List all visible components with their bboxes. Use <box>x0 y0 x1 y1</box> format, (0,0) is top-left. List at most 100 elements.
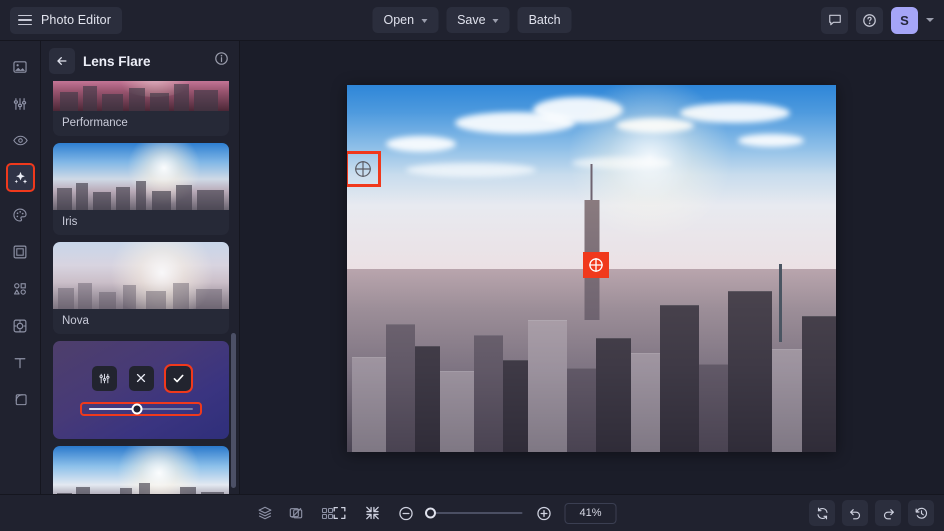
compare-split-icon <box>288 505 304 521</box>
actual-size-button[interactable] <box>361 501 385 525</box>
chevron-down-icon <box>493 19 499 23</box>
redo-button[interactable] <box>875 500 901 526</box>
sidebar-item-retouch[interactable] <box>7 127 34 154</box>
history-button[interactable] <box>908 500 934 526</box>
tool-sidebar <box>0 41 41 494</box>
flare-anchor-primary[interactable] <box>348 154 378 184</box>
top-toolbar: Photo Editor Open Save Batch <box>0 0 944 41</box>
flare-anchor-secondary[interactable] <box>583 252 609 278</box>
sliders-icon <box>98 372 111 385</box>
refresh-cycle-icon <box>815 506 830 521</box>
sidebar-item-image[interactable] <box>7 53 34 80</box>
effects-panel: Lens Flare <box>41 41 240 494</box>
thumb-skyline <box>53 278 229 309</box>
redo-arrow-icon <box>881 506 896 521</box>
minus-circle-icon <box>397 505 414 522</box>
back-button[interactable] <box>49 48 75 74</box>
sidebar-item-frame[interactable] <box>7 238 34 265</box>
batch-button-label: Batch <box>529 13 561 27</box>
slider-handle[interactable] <box>131 403 142 414</box>
chat-bubble-icon <box>828 13 842 27</box>
app-title: Photo Editor <box>41 13 111 27</box>
text-icon <box>12 355 28 371</box>
checkmark-icon <box>172 372 185 385</box>
sidebar-item-enhance[interactable] <box>7 312 34 339</box>
avatar[interactable]: S <box>891 7 918 34</box>
history-clock-icon <box>914 506 929 521</box>
zoom-controls: 41% <box>328 501 617 525</box>
crosshair-target-icon <box>353 159 373 179</box>
preset-item-active[interactable] <box>53 341 229 439</box>
thumb-skyline <box>53 81 229 111</box>
preset-label: Iris <box>53 210 229 235</box>
sidebar-item-layers[interactable] <box>7 386 34 413</box>
sidebar-item-text[interactable] <box>7 349 34 376</box>
sidebar-item-shapes[interactable] <box>7 275 34 302</box>
sidebar-item-effects[interactable] <box>7 164 34 191</box>
help-button[interactable] <box>856 7 883 34</box>
preset-label: Nova <box>53 309 229 334</box>
layers-button[interactable] <box>253 501 277 525</box>
account-actions-group: S <box>821 7 934 34</box>
preset-item-performance[interactable]: Performance <box>53 81 229 136</box>
bottom-toolbar: 41% <box>0 494 944 531</box>
layers-stack-icon <box>12 392 28 408</box>
zoom-out-button[interactable] <box>394 501 418 525</box>
compare-button[interactable] <box>284 501 308 525</box>
zoom-in-button[interactable] <box>532 501 556 525</box>
zoom-level-value[interactable]: 41% <box>565 503 617 524</box>
sidebar-item-color[interactable] <box>7 201 34 228</box>
fit-to-screen-button[interactable] <box>328 501 352 525</box>
image-icon <box>12 59 28 75</box>
aperture-icon <box>12 318 28 334</box>
plus-circle-icon <box>535 505 552 522</box>
chevron-down-icon[interactable] <box>926 18 934 22</box>
preset-list[interactable]: Performance Iris <box>41 81 239 494</box>
preset-thumbnail <box>53 81 229 111</box>
preset-item-headlight[interactable]: Headlight <box>53 446 229 494</box>
zoom-slider-handle[interactable] <box>425 508 436 519</box>
active-preset-controls <box>53 341 229 439</box>
question-circle-icon <box>862 13 877 28</box>
preset-thumbnail <box>53 143 229 210</box>
sparkles-icon <box>12 169 29 186</box>
preset-adjust-button[interactable] <box>92 366 117 391</box>
save-button[interactable]: Save <box>446 7 510 33</box>
slider-fill <box>89 408 137 410</box>
preset-item-iris[interactable]: Iris <box>53 143 229 235</box>
history-controls <box>809 500 934 526</box>
info-circle-icon[interactable] <box>214 51 229 71</box>
preset-intensity-slider[interactable] <box>82 404 200 414</box>
app-menu-button[interactable]: Photo Editor <box>10 7 122 34</box>
active-preset-button-row <box>92 366 191 391</box>
preset-thumbnail <box>53 446 229 494</box>
zoom-slider[interactable] <box>427 512 523 514</box>
frame-icon <box>12 244 28 260</box>
undo-button[interactable] <box>842 500 868 526</box>
crosshair-target-icon <box>587 256 605 274</box>
batch-button[interactable]: Batch <box>518 7 572 33</box>
preset-apply-button[interactable] <box>166 366 191 391</box>
hamburger-icon <box>18 15 32 26</box>
preset-item-nova[interactable]: Nova <box>53 242 229 334</box>
collapse-arrows-icon <box>365 505 381 521</box>
preset-cancel-button[interactable] <box>129 366 154 391</box>
preset-label: Performance <box>53 111 229 136</box>
slider-track <box>89 408 193 410</box>
sidebar-item-adjust[interactable] <box>7 90 34 117</box>
photo-editor-app: Photo Editor Open Save Batch <box>0 0 944 531</box>
sliders-icon <box>12 96 28 112</box>
thumb-skyline <box>53 482 229 494</box>
reset-button[interactable] <box>809 500 835 526</box>
layers-stack-icon <box>257 505 273 521</box>
feedback-button[interactable] <box>821 7 848 34</box>
canvas-stage[interactable] <box>240 41 944 494</box>
undo-arrow-icon <box>848 506 863 521</box>
eye-icon <box>12 132 29 149</box>
panel-scrollbar[interactable] <box>231 333 236 488</box>
open-button[interactable]: Open <box>372 7 438 33</box>
file-actions-group: Open Save Batch <box>372 7 571 33</box>
panel-title: Lens Flare <box>83 54 206 69</box>
panel-header: Lens Flare <box>41 41 239 81</box>
image-canvas[interactable] <box>347 85 836 452</box>
